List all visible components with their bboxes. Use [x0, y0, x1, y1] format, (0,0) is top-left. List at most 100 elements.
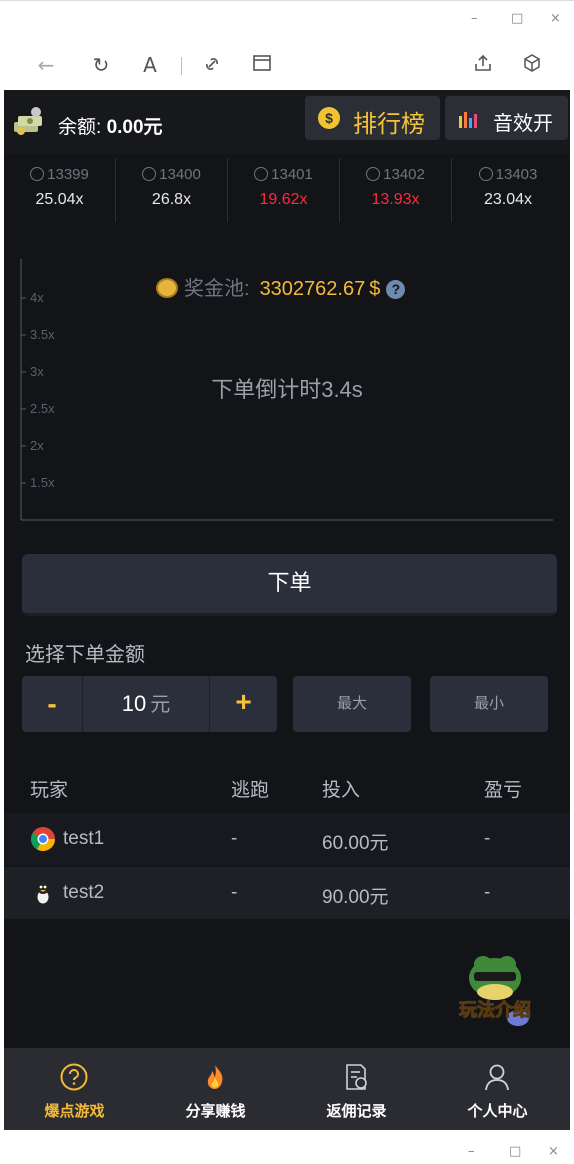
top-header: 余额: 0.00元 $ 排行榜 音效开: [4, 90, 570, 154]
amount-unit: 元: [150, 694, 171, 716]
amount-title: 选择下单金额: [25, 644, 145, 666]
how-to-play-label: 玩法介绍: [459, 999, 531, 1021]
nav-label: 分享赚钱: [185, 1103, 246, 1120]
history-item: 13403 23.04x: [452, 158, 564, 222]
history-multiplier: 23.04x: [483, 191, 533, 208]
prize-egg-icon: [156, 278, 178, 298]
order-countdown: 下单倒计时3.4s: [211, 377, 363, 402]
help-icon[interactable]: ?: [386, 280, 406, 299]
history-round: 13403: [495, 166, 538, 183]
round-icon: [478, 167, 493, 181]
back-icon[interactable]: ←: [34, 53, 58, 77]
share-icon[interactable]: [471, 53, 495, 77]
player-bet: 60.00元: [322, 833, 389, 854]
player-name: test1: [63, 828, 105, 849]
round-icon: [30, 167, 45, 181]
prize-pool: 奖金池: 3302762.67 $?: [156, 272, 406, 301]
table-row: test2 - 90.00元 -: [4, 867, 570, 919]
column-escape: 逃跑: [231, 780, 270, 801]
user-icon: [485, 1064, 509, 1091]
chart-y-tick-label: 4x: [30, 290, 44, 305]
minimize-button[interactable]: –: [468, 1144, 475, 1159]
round-history: 13399 25.04x 13400 26.8x 13401 19.62x 13…: [4, 158, 570, 222]
sound-toggle-button[interactable]: 音效开: [445, 96, 568, 140]
column-player: 玩家: [30, 780, 69, 801]
history-item: 13399 25.04x: [4, 158, 116, 222]
chart-y-tick-label: 2x: [30, 438, 44, 453]
decrease-button[interactable]: -: [22, 676, 82, 732]
maximize-button[interactable]: □: [509, 1144, 521, 1159]
history-multiplier: 13.93x: [371, 191, 420, 208]
tab-icon[interactable]: [250, 53, 274, 77]
toolbar-divider: [181, 57, 182, 75]
browser-toolbar: ← ↻ A: [0, 40, 574, 90]
players-table-header: 玩家 逃跑 投入 盈亏: [4, 760, 570, 812]
chrome-avatar-icon: [30, 827, 55, 852]
history-item: 13402 13.93x: [340, 158, 452, 222]
player-name: test2: [63, 882, 105, 903]
history-multiplier: 19.62x: [259, 191, 308, 208]
leaderboard-label: 排行榜: [353, 111, 425, 138]
question-circle-icon: [60, 1063, 88, 1091]
player-bet: 90.00元: [322, 887, 389, 908]
balance-label: 余额:: [58, 117, 102, 138]
nav-item-share[interactable]: 分享赚钱: [145, 1048, 286, 1130]
how-to-play-mascot-button[interactable]: 玩法介绍: [450, 948, 540, 1034]
amount-input[interactable]: 10 元: [83, 676, 209, 732]
close-button[interactable]: ×: [550, 11, 561, 26]
history-multiplier: 25.04x: [35, 191, 84, 208]
nav-item-commission[interactable]: 返佣记录: [286, 1048, 427, 1130]
maximize-button[interactable]: □: [511, 11, 523, 26]
nav-label: 个人中心: [467, 1103, 528, 1120]
dollar-coin-icon: $: [318, 107, 340, 129]
amount-stepper: - 10 元 +: [22, 676, 277, 732]
prize-pool-value: 3302762.67: [259, 278, 366, 300]
chart-y-tick-label: 3.5x: [30, 327, 55, 342]
cube-icon[interactable]: [520, 53, 544, 77]
history-multiplier: 26.8x: [151, 191, 192, 208]
prize-pool-currency: $: [369, 278, 381, 300]
history-round: 13400: [159, 166, 201, 183]
penguin-avatar-icon: [35, 882, 51, 904]
close-button[interactable]: ×: [548, 1144, 559, 1159]
text-size-icon[interactable]: A: [138, 53, 162, 77]
player-escape: -: [231, 882, 238, 903]
fire-icon: [207, 1065, 223, 1089]
nav-item-profile[interactable]: 个人中心: [427, 1048, 568, 1130]
max-amount-button[interactable]: 最大: [293, 676, 411, 732]
history-round: 13402: [383, 166, 425, 183]
sound-bars-icon: [459, 112, 477, 128]
bottom-navigation: 爆点游戏 分享赚钱 返佣记录 个人中心: [4, 1048, 570, 1130]
bottom-window-bar: – □ ×: [0, 1130, 574, 1164]
prize-pool-label: 奖金池:: [184, 278, 250, 300]
history-item: 13400 26.8x: [116, 158, 228, 222]
increase-button[interactable]: +: [210, 676, 277, 732]
nav-item-game[interactable]: 爆点游戏: [4, 1048, 145, 1130]
sound-toggle-label: 音效开: [493, 113, 553, 135]
table-row: test1 - 60.00元 -: [4, 813, 570, 865]
player-profit: -: [484, 828, 491, 849]
balance-display: 余额: 0.00元: [58, 112, 163, 139]
player-escape: -: [231, 828, 238, 849]
refresh-icon[interactable]: ↻: [89, 53, 113, 77]
history-item: 13401 19.62x: [228, 158, 340, 222]
amount-value: 10: [121, 691, 147, 716]
round-icon: [142, 167, 157, 181]
nav-label: 爆点游戏: [44, 1103, 105, 1120]
min-amount-button[interactable]: 最小: [430, 676, 548, 732]
balance-value: 0.00元: [106, 117, 163, 138]
minimize-button[interactable]: –: [471, 11, 478, 26]
leaderboard-button[interactable]: $ 排行榜: [305, 96, 440, 140]
player-profit: -: [484, 882, 491, 903]
window-titlebar: – □ ×: [0, 0, 574, 40]
document-icon: [346, 1064, 367, 1090]
nav-label: 返佣记录: [326, 1103, 387, 1120]
money-stack-icon: [14, 107, 42, 135]
history-round: 13399: [47, 166, 89, 183]
place-order-button[interactable]: 下单: [22, 554, 557, 616]
round-icon: [366, 167, 381, 181]
column-profit: 盈亏: [484, 780, 523, 801]
link-icon[interactable]: [200, 53, 224, 77]
column-bet: 投入: [322, 780, 361, 801]
round-icon: [254, 167, 269, 181]
